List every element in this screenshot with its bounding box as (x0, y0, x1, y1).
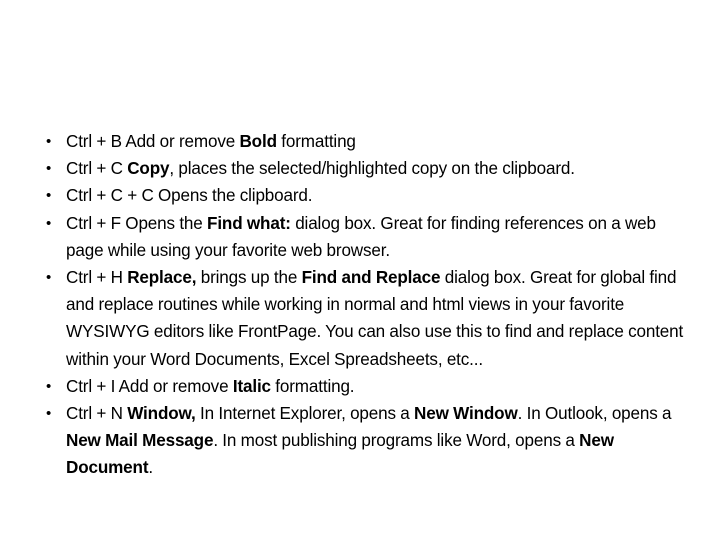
body-text: . In Outlook, opens a (517, 404, 672, 424)
emphasis-text: Window, (127, 404, 196, 424)
shortcut-list-body: Ctrl + B Add or remove Bold formattingCt… (40, 128, 690, 482)
keyboard-shortcut-list: Ctrl + B Add or remove Bold formattingCt… (40, 128, 690, 482)
slide-canvas: Ctrl + B Add or remove Bold formattingCt… (0, 0, 720, 540)
body-text: . In most publishing programs like Word,… (213, 431, 580, 451)
emphasis-text: New Mail Message (66, 431, 214, 451)
body-text: , places the selected/highlighted copy o… (169, 159, 575, 179)
body-text: formatting. (270, 376, 355, 396)
list-item: Ctrl + I Add or remove Italic formatting… (40, 373, 690, 400)
body-text: formatting (276, 132, 356, 151)
emphasis-text: New Window (414, 404, 518, 424)
emphasis-text: Italic (232, 376, 271, 396)
body-text: brings up the (196, 268, 302, 288)
emphasis-text: Bold (239, 132, 277, 151)
body-text: Ctrl + N (66, 404, 128, 424)
body-text: Ctrl + H (66, 268, 128, 288)
body-text: In Internet Explorer, opens a (195, 404, 415, 424)
emphasis-text: Find what: (207, 213, 291, 233)
body-text: Ctrl + B Add or remove (66, 132, 240, 151)
list-item: Ctrl + C + C Opens the clipboard. (40, 182, 690, 209)
body-text: Ctrl + F Opens the (66, 213, 208, 233)
list-item: Ctrl + H Replace, brings up the Find and… (40, 264, 690, 373)
list-item: Ctrl + B Add or remove Bold formatting (40, 128, 690, 155)
emphasis-text: Replace, (127, 268, 197, 288)
list-item: Ctrl + C Copy, places the selected/highl… (40, 155, 690, 182)
emphasis-text: Find and Replace (301, 268, 441, 288)
body-text: . (148, 458, 153, 478)
body-text: Ctrl + I Add or remove (66, 376, 233, 396)
body-text: Ctrl + C (66, 159, 128, 179)
emphasis-text: Copy (127, 159, 170, 179)
list-item: Ctrl + F Opens the Find what: dialog box… (40, 210, 690, 264)
body-text: Ctrl + C + C Opens the clipboard. (66, 186, 313, 206)
list-item: Ctrl + N Window, In Internet Explorer, o… (40, 400, 690, 482)
